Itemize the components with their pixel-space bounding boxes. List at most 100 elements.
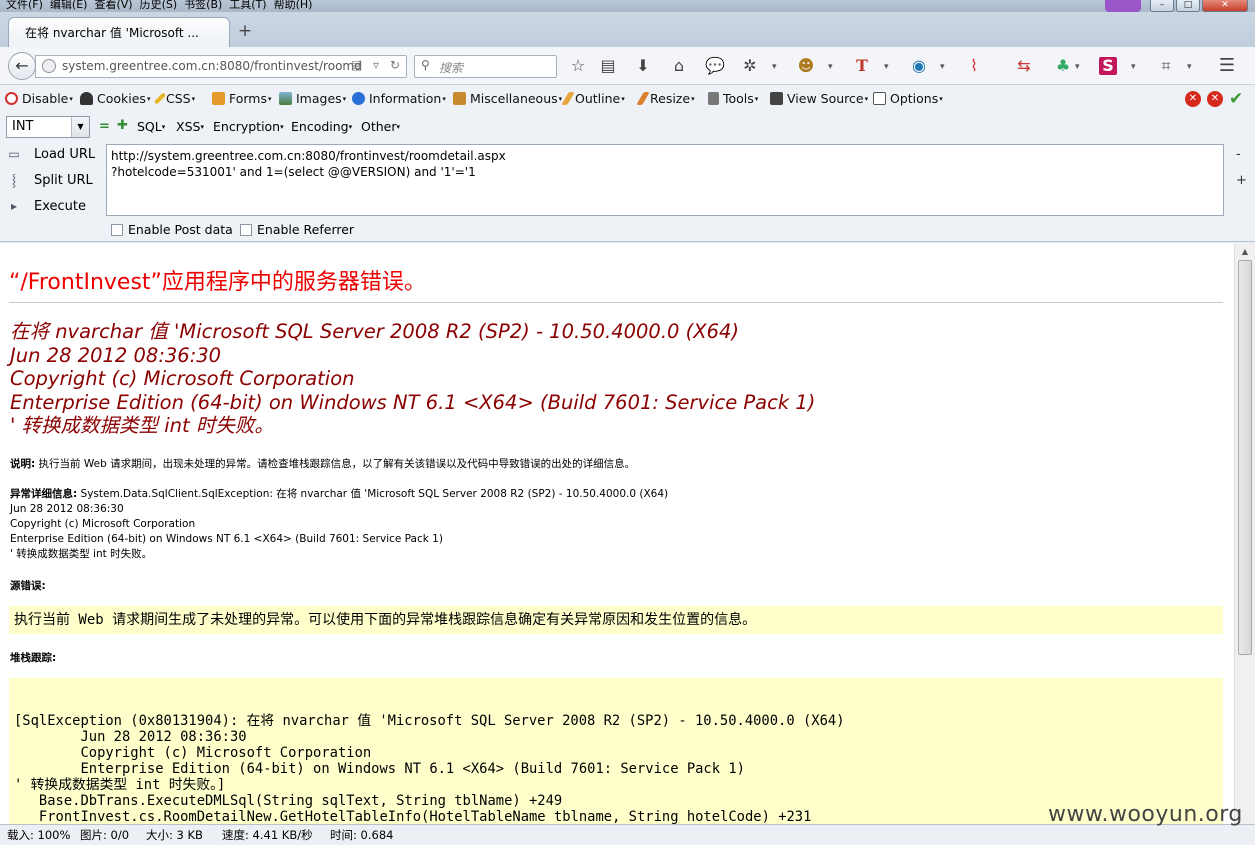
stack-trace-label: 堆栈跟踪: [10, 652, 57, 664]
crop-dropdown-icon[interactable]: ▾ [1187, 57, 1197, 77]
switch-proxy-icon[interactable]: ⇆ [1013, 56, 1035, 76]
firebug-dropdown-icon[interactable]: ▾ [772, 57, 782, 77]
globe-addon-dropdown-icon[interactable]: ▾ [940, 57, 950, 77]
split-url-button[interactable]: ⸾ Split URL [6, 169, 106, 191]
outline-icon [561, 92, 575, 105]
tab-strip: 在将 nvarchar 值 'Microsoft ... + [0, 12, 1255, 47]
hackbar-url-textarea[interactable]: http://system.greentree.com.cn:8080/fron… [106, 144, 1224, 216]
menu-xss[interactable]: XSS▾ [176, 118, 204, 136]
crop-icon[interactable]: ⌗ [1155, 56, 1177, 76]
load-url-icon: ▭ [8, 147, 20, 161]
site-identity-icon[interactable] [42, 59, 56, 73]
minimize-button[interactable]: – [1150, 0, 1174, 12]
load-url-button[interactable]: ▭ Load URL [6, 143, 106, 165]
wd-tools[interactable]: Tools▾ [708, 90, 758, 108]
menu-help[interactable]: 帮助(H) [274, 0, 313, 10]
wd-miscellaneous[interactable]: Miscellaneous▾ [453, 90, 562, 108]
menu-view[interactable]: 查看(V) [94, 0, 132, 10]
url-dropdown-icon[interactable]: ▿ [373, 58, 379, 72]
check-icon[interactable]: ✔ [1229, 89, 1243, 109]
search-placeholder: 搜索 [439, 61, 464, 75]
disable-icon [5, 92, 18, 105]
error-icon[interactable]: ✕ [1207, 91, 1223, 107]
menu-history[interactable]: 历史(S) [140, 0, 178, 10]
forms-icon [212, 92, 225, 105]
menu-sql[interactable]: SQL▾ [137, 118, 165, 136]
enable-referrer-checkbox[interactable]: Enable Referrer [240, 223, 354, 237]
wd-forms[interactable]: Forms▾ [212, 90, 272, 108]
menu-encryption[interactable]: Encryption▾ [213, 118, 284, 136]
scrollbar-thumb[interactable] [1238, 260, 1252, 655]
globe-addon-icon[interactable]: ◉ [908, 56, 930, 76]
wd-view-source[interactable]: View Source▾ [770, 90, 868, 108]
firebug-icon[interactable]: ✲ [739, 56, 761, 76]
status-size: 大小: 3 KB [146, 828, 203, 842]
tools-icon [708, 92, 719, 105]
tab-active[interactable]: 在将 nvarchar 值 'Microsoft ... [8, 17, 230, 47]
user-addon-icon[interactable]: ♣ [1052, 56, 1074, 76]
maximize-button[interactable]: □ [1176, 0, 1200, 12]
menu-encoding[interactable]: Encoding▾ [291, 118, 352, 136]
wd-information[interactable]: Information▾ [352, 90, 446, 108]
wd-css[interactable]: CSS▾ [153, 90, 195, 108]
s-addon-dropdown-icon[interactable]: ▾ [1131, 57, 1141, 77]
bookmark-star-icon[interactable]: ☆ [567, 56, 589, 76]
enable-post-checkbox[interactable]: Enable Post data [111, 223, 233, 237]
exception-details: 异常详细信息: System.Data.SqlClient.SqlExcepti… [10, 487, 668, 562]
firefox-menu-button[interactable] [1105, 0, 1141, 12]
chat-icon[interactable]: 💬 [704, 56, 726, 76]
wd-options[interactable]: Options▾ [873, 90, 943, 108]
chevron-down-icon: ▼ [71, 117, 89, 137]
text-tool-icon[interactable]: T [851, 56, 873, 76]
expand-textarea-button[interactable]: + [1236, 173, 1247, 188]
shrink-textarea-button[interactable]: - [1236, 147, 1241, 162]
bookmarks-list-icon[interactable]: ▤ [597, 56, 619, 76]
watermark: www.wooyun.org [1048, 802, 1243, 827]
menu-tools[interactable]: 工具(T) [229, 0, 266, 10]
text-tool-dropdown-icon[interactable]: ▾ [884, 57, 894, 77]
checkbox-box [111, 224, 123, 236]
search-bar[interactable]: ⚲ 搜索 [414, 55, 557, 78]
back-button[interactable]: ← [8, 52, 36, 80]
description-label: 说明: [10, 458, 36, 470]
source-error-label: 源错误: [10, 580, 46, 592]
menu-other[interactable]: Other▾ [361, 118, 400, 136]
wd-disable[interactable]: Disable▾ [5, 90, 73, 108]
home-icon[interactable]: ⌂ [668, 56, 690, 76]
type-select[interactable]: INT ▼ [6, 116, 90, 138]
close-toolbar-icon[interactable]: ✕ [1185, 91, 1201, 107]
checkbox-box [240, 224, 252, 236]
monkey-dropdown-icon[interactable]: ▾ [828, 57, 838, 77]
execute-button[interactable]: ▸ Execute [6, 195, 106, 217]
reader-view-icon[interactable]: ▤ [351, 58, 362, 72]
close-window-button[interactable]: ✕ [1202, 0, 1248, 12]
wd-outline[interactable]: Outline▾ [561, 90, 625, 108]
information-icon [352, 92, 365, 105]
type-select-value: INT [12, 119, 34, 134]
monkey-icon[interactable]: ☻ [795, 56, 817, 76]
exception-label: 异常详细信息: [10, 488, 78, 500]
status-images: 图片: 0/0 [80, 828, 130, 842]
search-icon: ⚲ [421, 58, 430, 72]
s-addon-icon[interactable]: S [1099, 57, 1117, 75]
hamburger-menu-icon[interactable]: ☰ [1216, 56, 1238, 76]
vertical-scrollbar[interactable]: ▲ [1234, 243, 1255, 824]
user-addon-dropdown-icon[interactable]: ▾ [1075, 57, 1085, 77]
graph-addon-icon[interactable]: ⌇ [963, 56, 985, 76]
decrease-icon[interactable]: = [99, 119, 110, 134]
increase-icon[interactable]: ✚ [117, 118, 128, 133]
error-title: “/FrontInvest”应用程序中的服务器错误。 [9, 270, 426, 295]
downloads-icon[interactable]: ⬇ [632, 56, 654, 76]
url-bar[interactable]: system.greentree.com.cn:8080/frontinvest… [35, 55, 407, 78]
scroll-up-icon[interactable]: ▲ [1238, 245, 1252, 259]
wd-images[interactable]: Images▾ [279, 90, 346, 108]
wd-resize[interactable]: Resize▾ [636, 90, 695, 108]
new-tab-button[interactable]: + [236, 22, 254, 40]
wd-cookies[interactable]: Cookies▾ [80, 90, 150, 108]
status-time: 时间: 0.684 [330, 828, 394, 842]
reload-icon[interactable]: ↻ [390, 58, 400, 72]
menu-file[interactable]: 文件(F) [6, 0, 43, 10]
menu-edit[interactable]: 编辑(E) [50, 0, 88, 10]
menu-bookmarks[interactable]: 书签(B) [184, 0, 222, 10]
page-content: “/FrontInvest”应用程序中的服务器错误。 在将 nvarchar 值… [0, 243, 1234, 824]
